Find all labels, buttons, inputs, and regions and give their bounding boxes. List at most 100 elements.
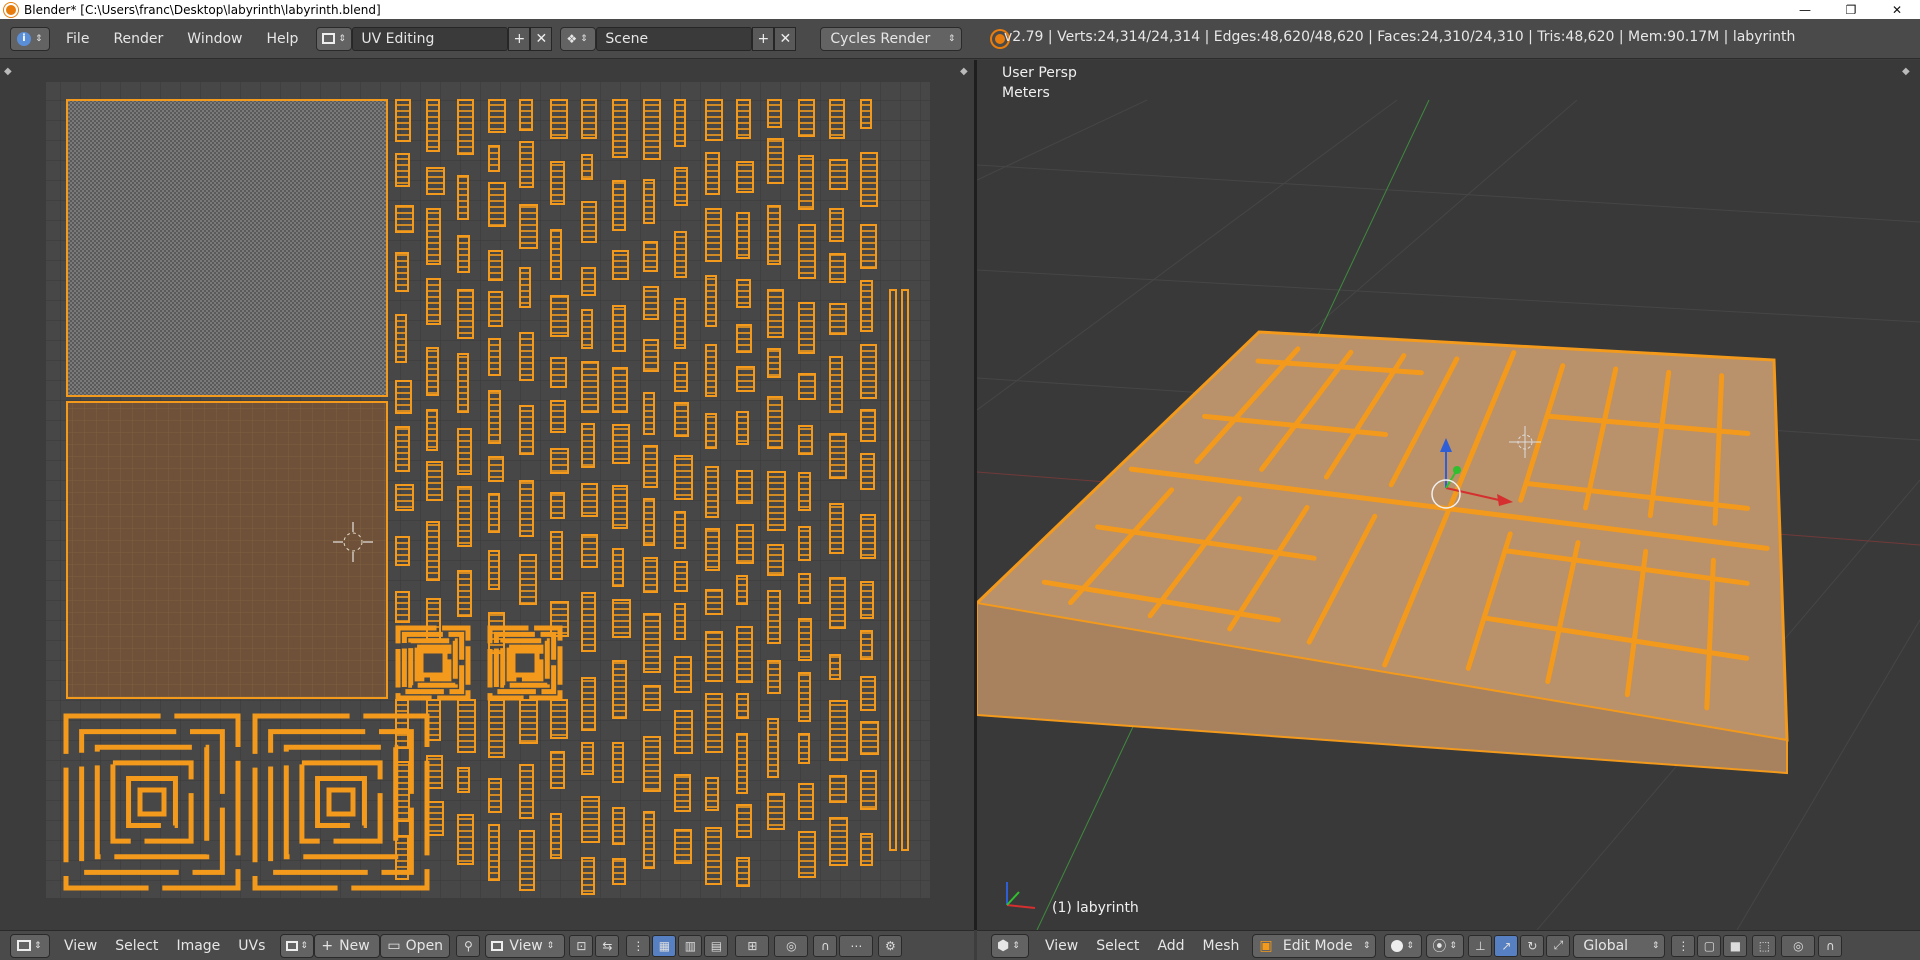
uv-island[interactable] (736, 366, 755, 392)
open-image-button[interactable]: ▭ Open (380, 933, 451, 958)
3d-viewport[interactable]: User Persp Meters (1) labyrinth ◆ (977, 60, 1920, 930)
uv-island[interactable] (674, 603, 686, 640)
uv-island[interactable] (798, 672, 811, 722)
uv-island[interactable] (736, 693, 749, 719)
uv-island[interactable] (860, 676, 876, 711)
editor-type-image-button[interactable]: ⇕ (10, 933, 50, 958)
uv-island[interactable] (674, 231, 687, 278)
uv-island[interactable] (674, 829, 692, 864)
uv-island[interactable] (519, 405, 534, 455)
new-image-button[interactable]: + New (314, 933, 381, 958)
uv-island[interactable] (736, 212, 750, 259)
uv-island[interactable] (550, 99, 568, 139)
uv-island[interactable] (488, 699, 505, 758)
uv-island[interactable] (612, 858, 626, 885)
pivot-button[interactable]: ⊡ (569, 934, 594, 957)
uv-island[interactable] (767, 396, 783, 449)
uv-island[interactable] (395, 252, 409, 292)
uv-island[interactable] (426, 521, 440, 581)
uv-island[interactable] (643, 339, 659, 372)
uv-island[interactable] (488, 456, 504, 482)
uv-island[interactable] (674, 99, 686, 147)
manipulator-toggle-button[interactable]: ⊥ (1468, 934, 1493, 957)
pivot-point-dropdown[interactable]: ⦿ ⇕ (1426, 933, 1465, 958)
uv-menu-image[interactable]: Image (176, 938, 220, 954)
viewport-canvas[interactable] (977, 60, 1920, 930)
uv-island[interactable] (860, 409, 876, 442)
uv-island[interactable] (643, 286, 659, 320)
uv-island[interactable] (736, 733, 748, 794)
pin-image-button[interactable]: ⚲ (456, 934, 481, 957)
uv-maze-island[interactable] (395, 625, 471, 701)
uv-island[interactable] (767, 590, 781, 644)
uv-island[interactable] (581, 742, 594, 775)
uv-island[interactable] (829, 303, 847, 335)
uv-island[interactable] (860, 581, 874, 619)
uv-island[interactable] (860, 630, 873, 660)
labyrinth-mesh[interactable] (977, 330, 1789, 775)
uv-menu-view[interactable]: View (64, 938, 97, 954)
uv-island[interactable] (736, 804, 752, 838)
uv-island[interactable] (457, 486, 472, 547)
layer-button[interactable]: ⋮ (1671, 934, 1696, 957)
screen-layout-field[interactable]: UV Editing (352, 26, 509, 51)
uv-island[interactable] (705, 99, 723, 141)
uv-island[interactable] (829, 654, 841, 680)
interaction-mode-dropdown[interactable]: ▣ Edit Mode ⇕ (1252, 933, 1377, 958)
uv-island[interactable] (612, 807, 625, 845)
transform-orientation-dropdown[interactable]: Global ⇕ (1573, 933, 1666, 958)
uv-island[interactable] (798, 831, 816, 878)
remove-scene-button[interactable]: ✕ (774, 26, 797, 51)
uv-island[interactable] (767, 544, 784, 576)
remove-screen-button[interactable]: ✕ (530, 26, 553, 51)
uv-island[interactable] (550, 295, 569, 337)
uv-island[interactable] (860, 770, 877, 810)
uv-island[interactable] (457, 570, 472, 617)
uv-island[interactable] (612, 99, 628, 158)
uv-image-editor[interactable]: ◆ ◆ (0, 60, 974, 930)
uv-island[interactable] (612, 599, 631, 638)
sticky-selection-dropdown[interactable]: ⊞ (735, 934, 770, 957)
uv-island[interactable] (488, 493, 500, 533)
uv-island[interactable] (488, 145, 500, 172)
uv-island[interactable] (705, 827, 722, 885)
3d-menu-view[interactable]: View (1045, 938, 1078, 954)
uv-island[interactable] (395, 699, 409, 749)
snap-button[interactable]: ∩ (1818, 934, 1843, 957)
uv-island[interactable] (767, 138, 784, 184)
uv-island[interactable] (705, 275, 717, 327)
uv-island[interactable] (829, 577, 846, 629)
uv-island[interactable] (581, 483, 598, 517)
uv-island[interactable] (612, 660, 627, 719)
uv-island[interactable] (550, 161, 565, 205)
uv-view-mode-dropdown[interactable]: View ⇕ (485, 933, 566, 958)
uv-island[interactable] (488, 390, 501, 444)
uv-island[interactable] (395, 380, 412, 414)
uv-island[interactable] (674, 710, 693, 754)
uv-island[interactable] (829, 817, 848, 866)
uv-island[interactable] (581, 423, 595, 468)
uv-island[interactable] (705, 466, 719, 518)
uv-island[interactable] (457, 428, 472, 475)
rotate-manipulator-button[interactable]: ↻ (1520, 934, 1545, 957)
uv-island[interactable] (581, 154, 593, 180)
uv-island[interactable] (612, 742, 624, 783)
uv-island[interactable] (581, 534, 598, 568)
uv-island[interactable] (798, 224, 816, 279)
uv-island[interactable] (426, 167, 445, 195)
uv-island[interactable] (736, 575, 748, 605)
uv-island[interactable] (643, 99, 661, 160)
uv-island[interactable] (457, 814, 474, 865)
uv-island[interactable] (643, 392, 655, 435)
uv-island[interactable] (798, 526, 811, 561)
uv-island[interactable] (798, 373, 816, 400)
uv-island[interactable] (488, 291, 503, 327)
uv-island[interactable] (581, 592, 596, 652)
uv-island[interactable] (519, 267, 531, 308)
uv-island[interactable] (674, 656, 692, 693)
uv-island[interactable] (767, 99, 782, 128)
menu-file[interactable]: File (66, 31, 89, 47)
uv-island[interactable] (705, 413, 717, 449)
uv-island[interactable] (395, 426, 410, 472)
uv-island[interactable] (426, 409, 438, 451)
